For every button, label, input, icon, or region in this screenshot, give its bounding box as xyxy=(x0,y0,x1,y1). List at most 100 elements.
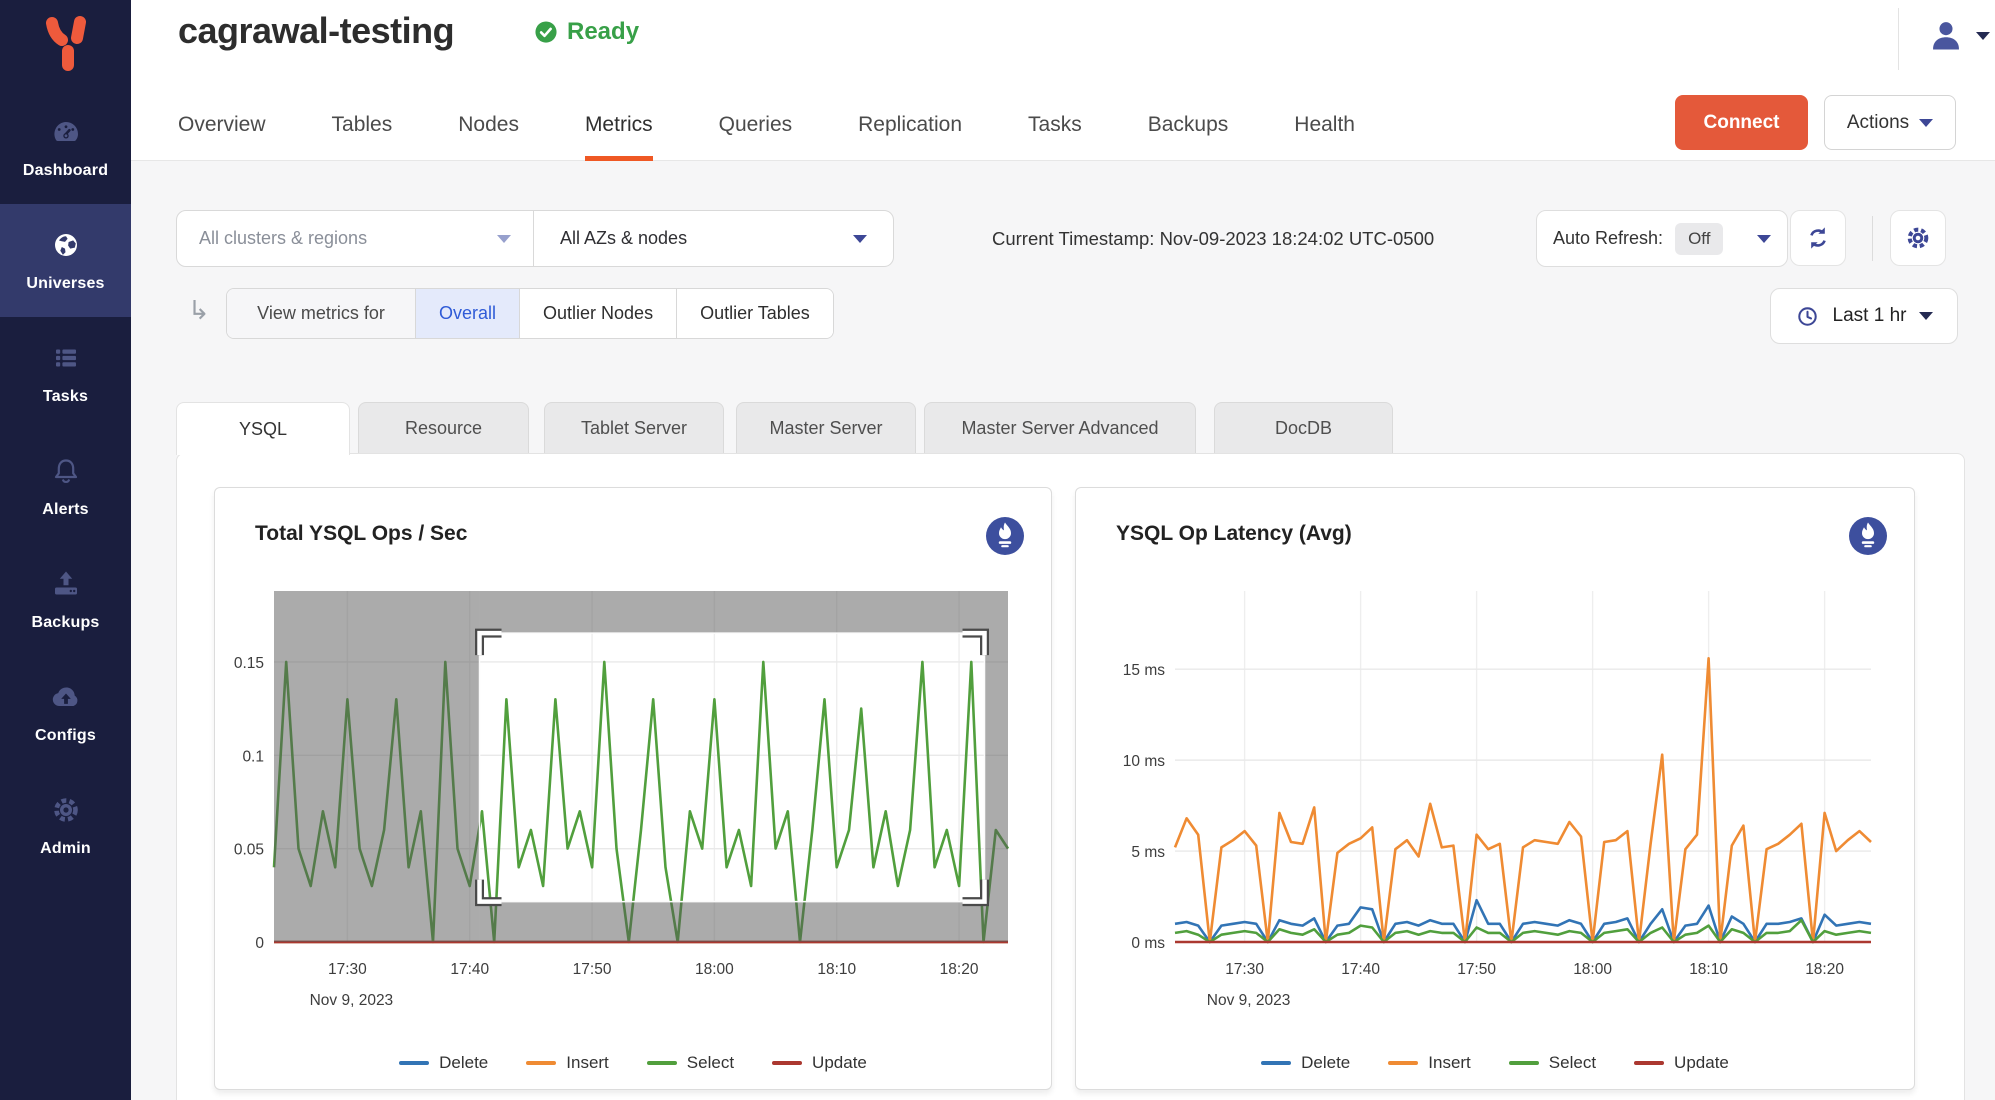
clusters-regions-dropdown[interactable]: All clusters & regions xyxy=(177,211,534,266)
metrics-settings-button[interactable] xyxy=(1890,210,1946,266)
svg-text:17:30: 17:30 xyxy=(328,961,367,978)
tab-tasks[interactable]: Tasks xyxy=(1028,88,1082,161)
azs-nodes-dropdown[interactable]: All AZs & nodes xyxy=(534,211,893,266)
connect-button[interactable]: Connect xyxy=(1675,95,1808,150)
legend-label: Select xyxy=(1549,1053,1596,1073)
sub-level-arrow-icon: ↳ xyxy=(188,295,210,326)
refresh-button[interactable] xyxy=(1790,210,1846,266)
scope-outlier-nodes-button[interactable]: Outlier Nodes xyxy=(520,289,677,338)
legend-swatch xyxy=(1388,1061,1418,1065)
metric-tab-ysql[interactable]: YSQL xyxy=(176,402,350,455)
tab-nodes[interactable]: Nodes xyxy=(458,88,519,161)
selection-handle[interactable] xyxy=(480,633,502,655)
legend-item-delete[interactable]: Delete xyxy=(399,1053,488,1073)
sidebar-item-configs[interactable]: Configs xyxy=(0,656,131,769)
prometheus-icon[interactable] xyxy=(985,516,1025,561)
x-axis-date-label: Nov 9, 2023 xyxy=(1207,992,1291,1009)
svg-text:18:00: 18:00 xyxy=(1573,961,1612,978)
scope-outlier-tables-button[interactable]: Outlier Tables xyxy=(677,289,833,338)
ready-check-icon xyxy=(533,19,559,45)
legend-item-select[interactable]: Select xyxy=(1509,1053,1596,1073)
svg-text:0.05: 0.05 xyxy=(234,842,264,859)
metric-tab-master-server[interactable]: Master Server xyxy=(736,402,916,453)
svg-text:18:00: 18:00 xyxy=(695,961,734,978)
sidebar-item-label: Configs xyxy=(35,727,96,745)
x-axis-date-label: Nov 9, 2023 xyxy=(310,992,394,1009)
prometheus-icon[interactable] xyxy=(1848,516,1888,561)
user-menu[interactable] xyxy=(1928,18,1990,54)
svg-text:17:50: 17:50 xyxy=(1457,961,1496,978)
tab-overview[interactable]: Overview xyxy=(178,88,266,161)
actions-button[interactable]: Actions xyxy=(1824,95,1956,150)
legend-item-insert[interactable]: Insert xyxy=(526,1053,609,1073)
gear-icon xyxy=(1904,224,1932,252)
user-avatar-icon xyxy=(1928,18,1964,54)
view-metrics-label: View metrics for xyxy=(227,289,416,338)
legend-label: Delete xyxy=(1301,1053,1350,1073)
chart-title: Total YSQL Ops / Sec xyxy=(255,522,467,546)
svg-text:0: 0 xyxy=(255,935,264,952)
azs-nodes-value: All AZs & nodes xyxy=(560,228,687,249)
svg-text:17:30: 17:30 xyxy=(1225,961,1264,978)
op-latency-plot[interactable]: 0 ms5 ms10 ms15 ms17:3017:4017:5018:0018… xyxy=(1076,591,1916,1017)
tab-queries[interactable]: Queries xyxy=(719,88,793,161)
sidebar-item-admin[interactable]: Admin xyxy=(0,769,131,882)
tab-tables[interactable]: Tables xyxy=(332,88,393,161)
tab-replication[interactable]: Replication xyxy=(858,88,962,161)
selection-handle[interactable] xyxy=(963,880,985,902)
gear-icon xyxy=(50,794,82,831)
sidebar-item-alerts[interactable]: Alerts xyxy=(0,430,131,543)
auto-refresh-value[interactable]: Off xyxy=(1675,223,1723,255)
clusters-regions-value: All clusters & regions xyxy=(199,228,367,249)
backup-upload-icon xyxy=(50,568,82,605)
legend-swatch xyxy=(1509,1061,1539,1065)
clock-icon xyxy=(1795,304,1820,329)
time-range-dropdown[interactable]: Last 1 hr xyxy=(1770,288,1958,344)
tab-health[interactable]: Health xyxy=(1294,88,1355,161)
sidebar-item-universes[interactable]: Universes xyxy=(0,204,131,317)
auto-refresh-dropdown[interactable]: Auto Refresh: Off xyxy=(1536,210,1788,267)
dashboard-gauge-icon xyxy=(50,116,82,153)
cloud-upload-icon xyxy=(50,681,82,718)
yugabyte-logo[interactable] xyxy=(0,12,131,74)
current-timestamp: Current Timestamp: Nov-09-2023 18:24:02 … xyxy=(992,210,1434,267)
sidebar-item-label: Dashboard xyxy=(23,162,108,180)
chevron-down-icon xyxy=(1976,32,1990,40)
zoom-overlay[interactable] xyxy=(274,591,1008,942)
legend-item-delete[interactable]: Delete xyxy=(1261,1053,1350,1073)
metric-tab-resource[interactable]: Resource xyxy=(358,402,529,453)
scope-overall-button[interactable]: Overall xyxy=(416,289,520,338)
status-badge: Ready xyxy=(533,18,639,46)
metrics-filter-bar: All clusters & regions All AZs & nodes xyxy=(176,210,894,267)
tab-metrics[interactable]: Metrics xyxy=(585,88,653,161)
legend-swatch xyxy=(772,1061,802,1065)
legend-item-select[interactable]: Select xyxy=(647,1053,734,1073)
sidebar-item-backups[interactable]: Backups xyxy=(0,543,131,656)
sidebar-item-dashboard[interactable]: Dashboard xyxy=(0,91,131,204)
svg-text:17:40: 17:40 xyxy=(450,961,489,978)
legend-label: Update xyxy=(1674,1053,1729,1073)
legend-item-update[interactable]: Update xyxy=(772,1053,867,1073)
status-text: Ready xyxy=(567,18,639,46)
metric-tab-tablet-server[interactable]: Tablet Server xyxy=(544,402,724,453)
metric-tab-docdb[interactable]: DocDB xyxy=(1214,402,1393,453)
tab-backups[interactable]: Backups xyxy=(1148,88,1229,161)
legend-swatch xyxy=(526,1061,556,1065)
legend-item-insert[interactable]: Insert xyxy=(1388,1053,1471,1073)
time-range-value: Last 1 hr xyxy=(1833,305,1907,327)
ops-per-sec-plot[interactable]: 00.050.10.1517:3017:4017:5018:0018:1018:… xyxy=(215,591,1053,1017)
logo-right-prong xyxy=(77,22,80,38)
sidebar-item-tasks[interactable]: Tasks xyxy=(0,317,131,430)
sidebar-item-label: Admin xyxy=(40,840,91,858)
metric-tab-master-server-advanced[interactable]: Master Server Advanced xyxy=(924,402,1196,453)
chart-card-total-ysql-ops: Total YSQL Ops / Sec 00.050.10.1517:3017… xyxy=(214,487,1052,1090)
chart-card-ysql-op-latency: YSQL Op Latency (Avg) 0 ms5 ms10 ms15 ms… xyxy=(1075,487,1915,1090)
auto-refresh-label: Auto Refresh: xyxy=(1553,228,1663,249)
svg-text:17:50: 17:50 xyxy=(573,961,612,978)
bell-icon xyxy=(50,455,82,492)
toolbar-divider xyxy=(1872,216,1873,261)
selection-handle[interactable] xyxy=(963,633,985,655)
legend-item-update[interactable]: Update xyxy=(1634,1053,1729,1073)
svg-text:0 ms: 0 ms xyxy=(1131,935,1165,952)
chevron-down-icon xyxy=(853,235,867,243)
